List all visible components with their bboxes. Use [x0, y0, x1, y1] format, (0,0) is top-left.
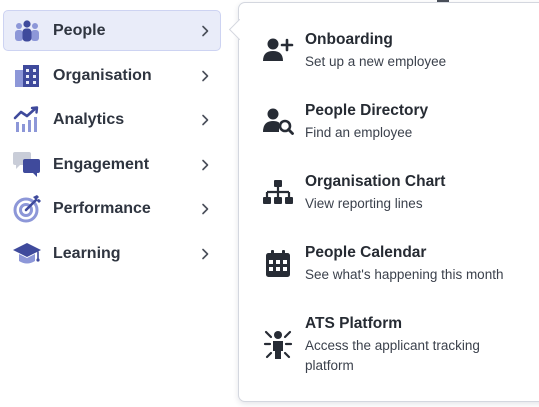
nav-item-engagement[interactable]: Engagement	[3, 144, 221, 185]
calendar-icon	[262, 248, 294, 280]
nav-item-organisation[interactable]: Organisation	[3, 55, 221, 96]
submenu-description: View reporting lines	[305, 196, 423, 211]
nav-label-people: People	[53, 22, 106, 39]
nav-label-analytics: Analytics	[53, 111, 125, 128]
chevron-right-icon	[200, 25, 210, 37]
user-search-icon	[262, 105, 294, 137]
nav-item-performance[interactable]: Performance	[3, 188, 221, 229]
org-chart-icon	[262, 177, 294, 209]
submenu-title: People Directory	[305, 102, 429, 119]
submenu-item-people-calendar[interactable]: People Calendar See what's happening thi…	[240, 241, 536, 291]
chevron-right-icon	[200, 70, 210, 82]
chat-bubbles-icon	[12, 150, 42, 180]
nav-label-performance: Performance	[53, 200, 151, 217]
submenu-description: See what's happening this month	[305, 267, 504, 282]
nav-label-learning: Learning	[53, 245, 121, 262]
graduation-cap-icon	[12, 239, 42, 269]
chevron-right-icon	[200, 203, 210, 215]
submenu-item-people-directory[interactable]: People Directory Find an employee	[240, 99, 536, 149]
submenu-title: Organisation Chart	[305, 173, 446, 190]
analytics-icon	[12, 105, 42, 135]
chevron-right-icon	[200, 159, 210, 171]
nav-label-engagement: Engagement	[53, 156, 150, 173]
app-root: People Organisation Analytics Engagement…	[0, 0, 539, 407]
submenu-item-ats-platform[interactable]: ATS Platform Access the applicant tracki…	[240, 312, 536, 382]
chevron-right-icon	[200, 248, 210, 260]
submenu-title: People Calendar	[305, 244, 427, 261]
submenu-item-organisation-chart[interactable]: Organisation Chart View reporting lines	[240, 170, 536, 220]
nav-item-people[interactable]: People	[3, 10, 221, 51]
nav-item-analytics[interactable]: Analytics	[3, 99, 221, 140]
submenu-pointer	[228, 19, 240, 41]
people-icon	[12, 16, 42, 46]
submenu-description: Find an employee	[305, 125, 413, 140]
submenu-description: Access the applicant tracking platform	[305, 338, 480, 373]
nav-item-learning[interactable]: Learning	[3, 233, 221, 274]
submenu-title: Onboarding	[305, 31, 393, 48]
user-plus-icon	[262, 34, 294, 66]
applicant-icon	[262, 329, 294, 361]
submenu-item-onboarding[interactable]: Onboarding Set up a new employee	[240, 28, 536, 78]
building-icon	[12, 61, 42, 91]
chevron-right-icon	[200, 114, 210, 126]
target-icon	[12, 194, 42, 224]
submenu-description: Set up a new employee	[305, 54, 447, 69]
nav-label-organisation: Organisation	[53, 67, 152, 84]
submenu-title: ATS Platform	[305, 315, 403, 332]
